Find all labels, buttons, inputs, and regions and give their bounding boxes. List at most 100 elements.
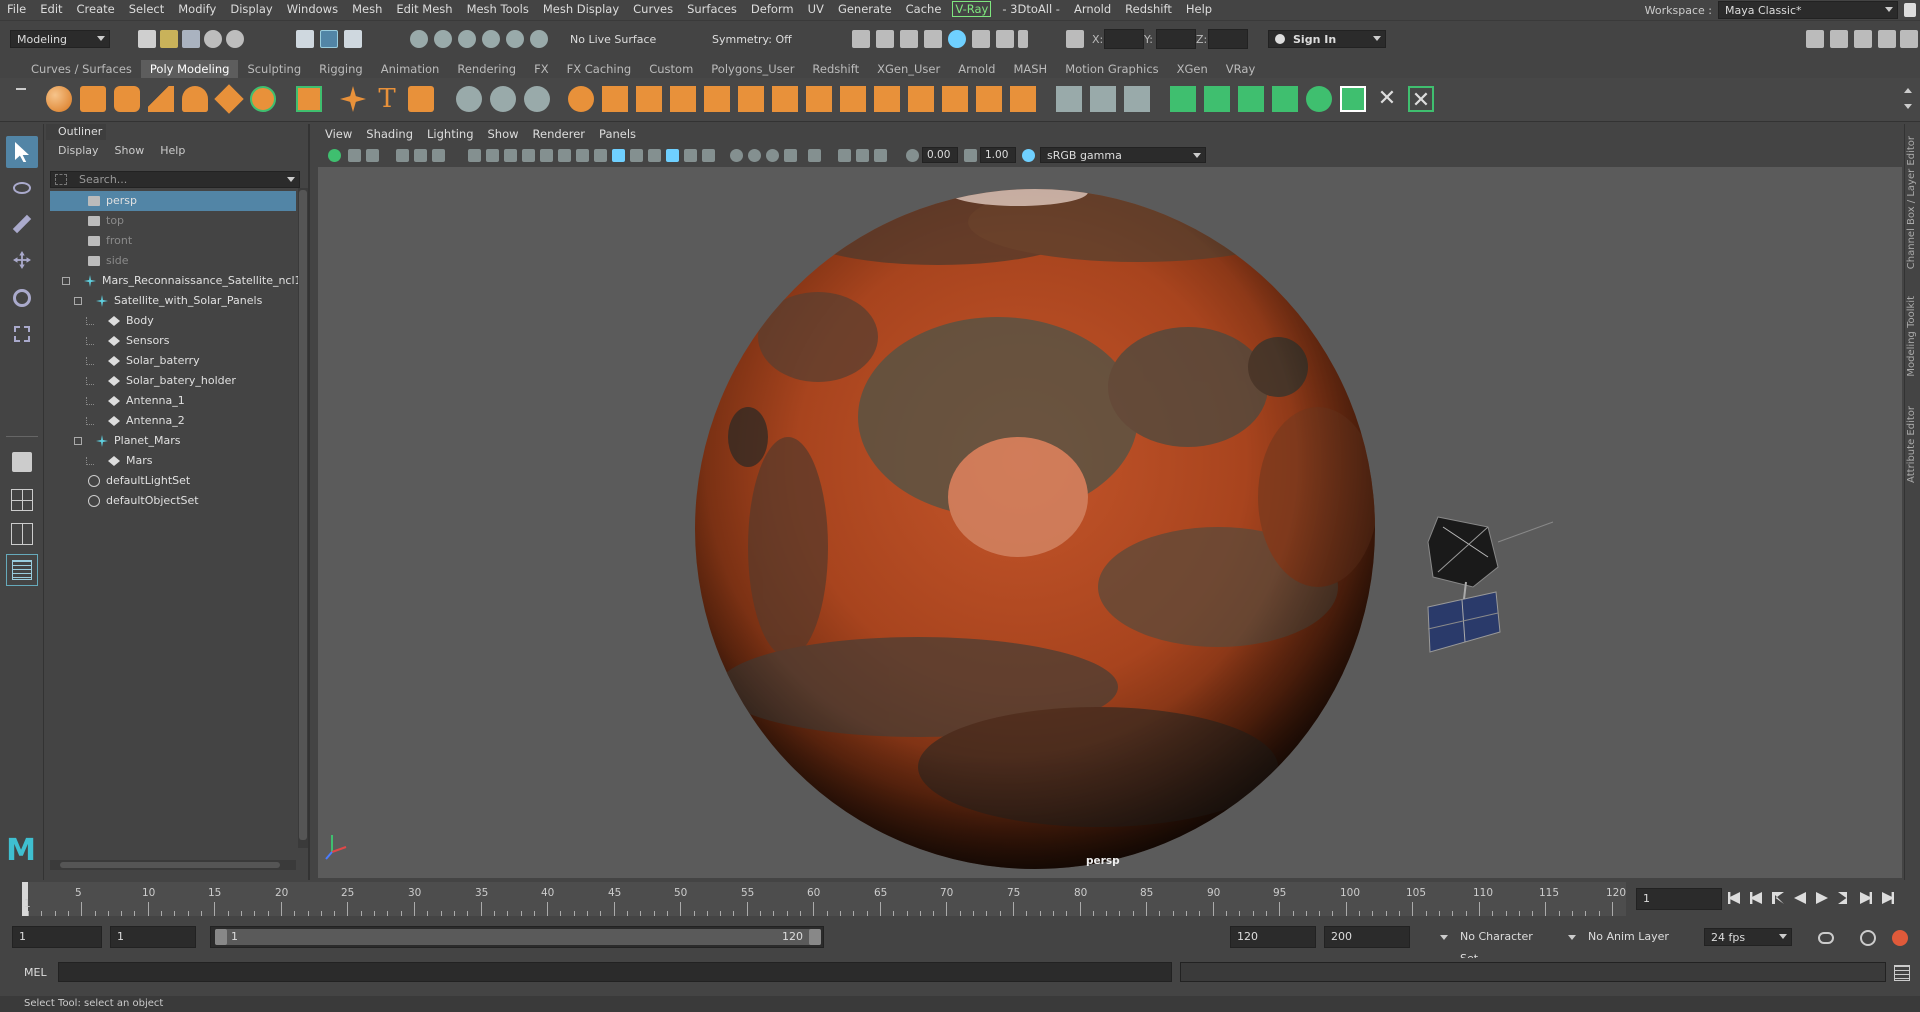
quad-draw-icon[interactable] bbox=[1010, 86, 1036, 112]
menu-deform[interactable]: Deform bbox=[744, 2, 801, 16]
shelf-tab-mash[interactable]: MASH bbox=[1004, 60, 1056, 78]
render-frame-icon[interactable] bbox=[852, 30, 870, 48]
shelf-tab-animation[interactable]: Animation bbox=[372, 60, 449, 78]
snap-pivot-icon[interactable] bbox=[530, 30, 548, 48]
view-transform-dropdown[interactable]: sRGB gamma bbox=[1040, 147, 1206, 163]
z-coordinate-field[interactable] bbox=[1208, 29, 1248, 49]
gamma-field[interactable]: 1.00 bbox=[980, 147, 1016, 163]
menu-vray[interactable]: V-Ray bbox=[952, 1, 992, 17]
outliner-item[interactable]: Satellite_with_Solar_Panels bbox=[50, 291, 296, 311]
spherical-uv-icon[interactable] bbox=[1238, 86, 1264, 112]
rotate-tool-button[interactable] bbox=[6, 282, 38, 314]
scrollbar-thumb[interactable] bbox=[299, 190, 307, 840]
outliner-item[interactable]: defaultLightSet bbox=[50, 471, 296, 491]
time-slider-track[interactable]: 1 5 10 15 20 25 30 35 40 45 50 55 60 65 70 75 80 85 90 95 1… bbox=[22, 882, 1626, 916]
shelf-tab-fx[interactable]: FX bbox=[525, 60, 558, 78]
step-back-frame-icon[interactable] bbox=[1772, 892, 1784, 904]
satellite-model[interactable] bbox=[1427, 516, 1554, 653]
shelf-tab-arnold[interactable]: Arnold bbox=[949, 60, 1004, 78]
fps-dropdown[interactable]: 24 fps bbox=[1704, 928, 1792, 946]
go-to-end-icon[interactable] bbox=[1882, 892, 1894, 904]
render-settings-icon[interactable] bbox=[924, 30, 942, 48]
image-plane-icon[interactable] bbox=[396, 149, 409, 162]
shelf-tab-rigging[interactable]: Rigging bbox=[310, 60, 372, 78]
xray-joints-icon[interactable] bbox=[856, 149, 869, 162]
layout-quad-button[interactable] bbox=[6, 484, 38, 516]
menu-file[interactable]: File bbox=[0, 2, 33, 16]
shelf-tab-custom[interactable]: Custom bbox=[640, 60, 702, 78]
smooth-shade-icon[interactable] bbox=[612, 149, 625, 162]
viewport-menu-shading[interactable]: Shading bbox=[359, 127, 420, 145]
color-management-icon[interactable] bbox=[1022, 149, 1035, 162]
menu-mesh-tools[interactable]: Mesh Tools bbox=[460, 2, 536, 16]
snap-point-icon[interactable] bbox=[458, 30, 476, 48]
chevron-down-icon[interactable] bbox=[287, 177, 295, 182]
outliner-item[interactable]: persp bbox=[50, 191, 296, 211]
workspace-dropdown[interactable]: Maya Classic* bbox=[1718, 1, 1898, 19]
shelf-tab-rendering[interactable]: Rendering bbox=[448, 60, 525, 78]
merge-icon[interactable] bbox=[840, 86, 866, 112]
combine-icon[interactable] bbox=[456, 86, 482, 112]
outliner-item[interactable]: defaultObjectSet bbox=[50, 491, 296, 511]
collapse-toggle-icon[interactable] bbox=[62, 277, 70, 285]
snap-curve-icon[interactable] bbox=[434, 30, 452, 48]
motion-blur-icon[interactable] bbox=[748, 149, 761, 162]
shelf-tab-xgen-user[interactable]: XGen_User bbox=[868, 60, 949, 78]
transform-constraint-icon[interactable] bbox=[1066, 30, 1084, 48]
go-to-start-icon[interactable] bbox=[1728, 892, 1740, 904]
viewport-menu-panels[interactable]: Panels bbox=[592, 127, 643, 145]
shelf-scroll-down-icon[interactable] bbox=[1904, 104, 1912, 109]
wireframe-icon[interactable] bbox=[594, 149, 607, 162]
outliner-item[interactable]: Solar_batery_holder bbox=[50, 371, 296, 391]
outliner-item[interactable]: Antenna_2 bbox=[50, 411, 296, 431]
range-slider[interactable]: 1 120 bbox=[210, 926, 824, 948]
layout-outliner-persp-button[interactable] bbox=[6, 554, 38, 586]
shelf-tab-sculpting[interactable]: Sculpting bbox=[238, 60, 310, 78]
lock-icon[interactable] bbox=[1904, 3, 1916, 17]
last-tool-button[interactable] bbox=[6, 446, 38, 478]
smooth-icon[interactable] bbox=[524, 86, 550, 112]
animation-start-field[interactable]: 1 bbox=[12, 926, 102, 948]
insert-edge-loop-icon[interactable] bbox=[874, 86, 900, 112]
shelf-tab-fx-caching[interactable]: FX Caching bbox=[558, 60, 641, 78]
menu-3dtoall[interactable]: - 3DtoAll - bbox=[995, 2, 1067, 16]
snap-view-plane-icon[interactable] bbox=[482, 30, 500, 48]
gamma-icon[interactable] bbox=[964, 149, 977, 162]
bookmark-icon[interactable] bbox=[366, 149, 379, 162]
character-set-dropdown[interactable]: No Character Set bbox=[1432, 926, 1552, 965]
live-surface-field[interactable]: No Live Surface bbox=[564, 30, 674, 48]
target-weld-icon[interactable] bbox=[942, 86, 968, 112]
shelf-tab-polygons-user[interactable]: Polygons_User bbox=[702, 60, 803, 78]
range-slider-handle[interactable]: 1 120 bbox=[215, 929, 821, 945]
outliner-menu-show[interactable]: Show bbox=[115, 144, 145, 157]
animation-end-field[interactable]: 200 bbox=[1324, 926, 1410, 948]
collapse-toggle-icon[interactable] bbox=[74, 437, 82, 445]
outliner-vertical-scrollbar[interactable] bbox=[298, 188, 308, 848]
hypershade-icon[interactable] bbox=[948, 30, 966, 48]
current-frame-field[interactable]: 1 bbox=[1636, 888, 1722, 910]
outliner-menu-help[interactable]: Help bbox=[160, 144, 185, 157]
extrude-icon[interactable] bbox=[738, 86, 764, 112]
pause-icon[interactable] bbox=[1018, 30, 1028, 48]
channel-box-tab[interactable]: Channel Box / Layer Editor bbox=[1906, 136, 1917, 269]
menu-generate[interactable]: Generate bbox=[831, 2, 899, 16]
outliner-item[interactable]: Body bbox=[50, 311, 296, 331]
menu-curves[interactable]: Curves bbox=[626, 2, 680, 16]
super-shape-icon[interactable] bbox=[340, 86, 366, 112]
select-hierarchy-icon[interactable] bbox=[296, 30, 314, 48]
shelf-scroll-up-icon[interactable] bbox=[1904, 88, 1912, 93]
bridge-icon[interactable] bbox=[704, 86, 730, 112]
step-forward-frame-icon[interactable] bbox=[1838, 892, 1847, 904]
exposure-icon[interactable] bbox=[906, 149, 919, 162]
gate-mask-icon[interactable] bbox=[522, 149, 535, 162]
menu-surfaces[interactable]: Surfaces bbox=[680, 2, 744, 16]
viewport-menu-view[interactable]: View bbox=[318, 127, 359, 145]
ipr-render-icon[interactable] bbox=[900, 30, 918, 48]
sign-in-button[interactable]: Sign In bbox=[1268, 30, 1386, 48]
exposure-field[interactable]: 0.00 bbox=[922, 147, 958, 163]
poly-cylinder-icon[interactable] bbox=[114, 86, 140, 112]
uv-layout-icon[interactable] bbox=[1340, 86, 1366, 112]
uv-snapshot-icon[interactable]: ✕ bbox=[1374, 86, 1400, 112]
tool-settings-icon[interactable] bbox=[1878, 30, 1896, 48]
menu-edit[interactable]: Edit bbox=[33, 2, 69, 16]
